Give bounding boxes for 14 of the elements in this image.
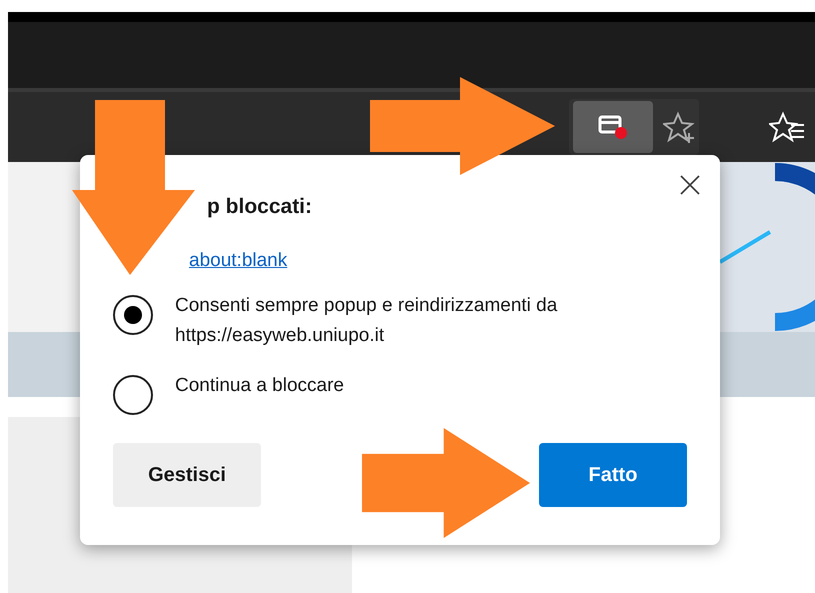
done-button[interactable]: Fatto (539, 443, 687, 507)
manage-button[interactable]: Gestisci (113, 443, 261, 507)
radio-button[interactable] (113, 295, 153, 335)
favorites-icon[interactable] (769, 111, 805, 143)
blocked-link[interactable]: about:blank (189, 250, 288, 271)
blocked-window-icon (598, 115, 628, 139)
option-label: Consenti sempre popup e reindirizzamenti da https://easyweb.uniupo.it (175, 294, 558, 348)
add-favorite-icon[interactable] (663, 111, 697, 143)
popup-blocked-button[interactable] (573, 101, 653, 153)
dialog-title: p bloccati: (207, 195, 312, 218)
option-label: Continua a bloccare (175, 374, 345, 398)
close-icon (680, 175, 700, 195)
close-button[interactable] (678, 173, 702, 197)
radio-button[interactable] (113, 375, 153, 415)
